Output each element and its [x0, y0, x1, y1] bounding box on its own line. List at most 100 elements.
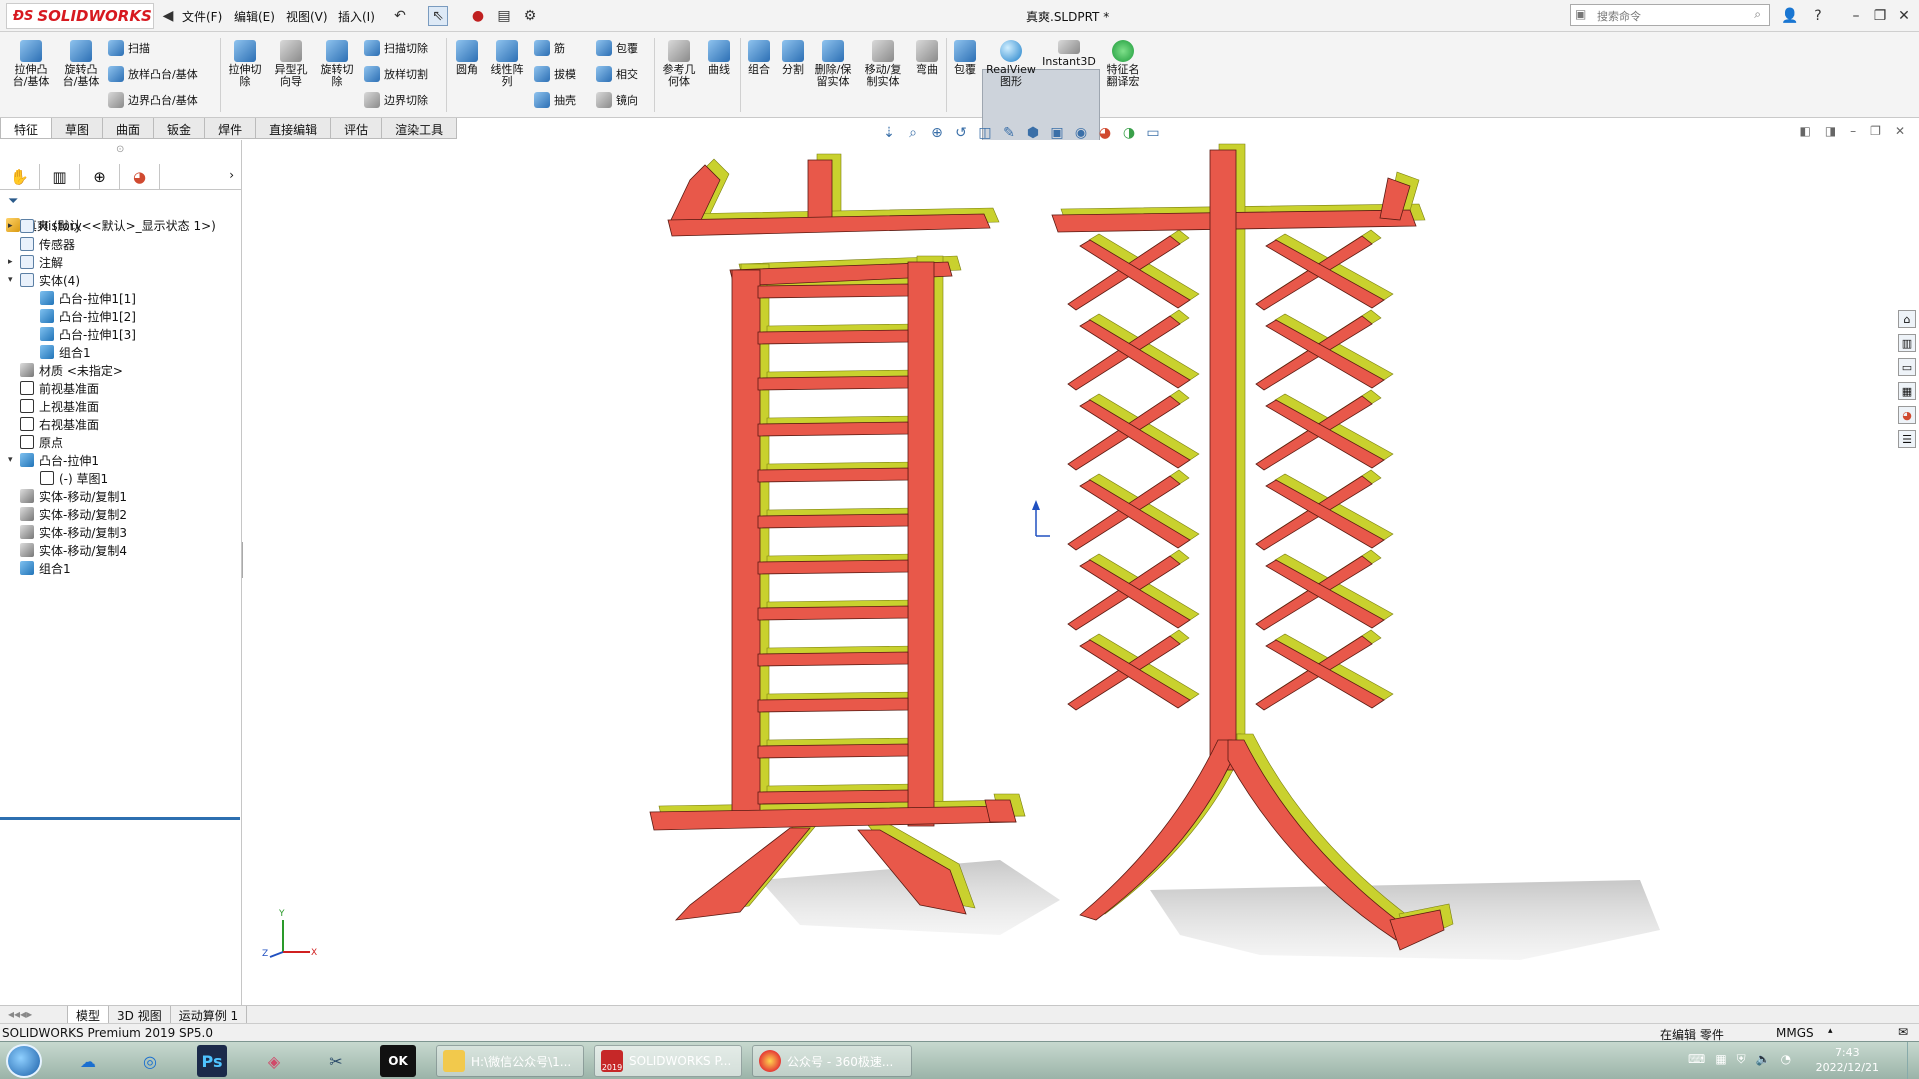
sweep-button[interactable]: 扫描	[108, 40, 150, 56]
search-icon[interactable]: ⌕	[1754, 7, 1761, 22]
revolve-boss-button[interactable]: 旋转凸 台/基体	[60, 40, 102, 88]
curves-button[interactable]: 曲线	[702, 40, 736, 76]
move-copy-body-button[interactable]: 移动/复 制实体	[860, 40, 906, 88]
swept-cut-button[interactable]: 扫描切除	[364, 40, 428, 56]
extrusion-front-face[interactable]	[757, 421, 909, 437]
rebuild-icon[interactable]: ●	[468, 6, 488, 26]
tab-features[interactable]: 特征	[0, 118, 53, 139]
tab-sheet-metal[interactable]: 钣金	[153, 118, 206, 139]
browser-icon[interactable]: ◎	[128, 1045, 172, 1077]
rib-button[interactable]: 筋	[534, 40, 565, 56]
menu-file[interactable]: 文件(F)	[182, 8, 222, 25]
tab-3d-views[interactable]: 3D 视图	[109, 1006, 171, 1023]
revolve-cut-button[interactable]: 旋转切除	[316, 40, 358, 88]
extrusion-front-face[interactable]	[757, 559, 909, 575]
photoshop-icon[interactable]: Ps	[197, 1045, 227, 1077]
tile-right-icon[interactable]: ◨	[1825, 124, 1836, 138]
restore-icon[interactable]: ❐	[1870, 6, 1890, 26]
security-icon[interactable]: ⛨	[1737, 1052, 1746, 1067]
feature-name-translate-button[interactable]: 特征名 翻译宏	[1102, 40, 1144, 88]
select-arrow-icon[interactable]: ⇖	[428, 6, 448, 26]
panel-grip-icon[interactable]: ⊙	[116, 144, 124, 155]
mirror-button[interactable]: 镜向	[596, 92, 638, 108]
flyout-arrow-icon[interactable]: ◀	[158, 6, 178, 26]
loft-boss-button[interactable]: 放样凸台/基体	[108, 66, 198, 82]
tree-item[interactable]: 实体-移动/复制4	[8, 541, 127, 559]
draft-button[interactable]: 拔模	[534, 66, 576, 82]
intersect-button[interactable]: 相交	[596, 66, 638, 82]
menu-view[interactable]: 视图(V)	[286, 8, 328, 25]
linear-pattern-button[interactable]: 线性阵列	[486, 40, 528, 88]
snipping-tool-icon[interactable]: ✂	[314, 1045, 358, 1077]
extrusion-front-face[interactable]	[757, 375, 909, 391]
tree-item[interactable]: 实体-移动/复制3	[8, 523, 127, 541]
user-icon[interactable]: 👤	[1780, 6, 1800, 26]
shell-button[interactable]: 抽壳	[534, 92, 576, 108]
appearances-icon[interactable]: ◕	[1898, 406, 1916, 424]
hole-wizard-button[interactable]: 异型孔 向导	[270, 40, 312, 88]
tree-item[interactable]: 凸台-拉伸1[3]	[28, 325, 136, 343]
rollback-bar[interactable]	[0, 817, 240, 820]
split-button[interactable]: 分割	[778, 40, 808, 76]
file-explorer-icon[interactable]: ▭	[1898, 358, 1916, 376]
wrap-small-button[interactable]: 包覆	[596, 40, 638, 56]
tab-sketch[interactable]: 草图	[51, 118, 104, 139]
expander-icon[interactable]: ▸	[8, 257, 20, 267]
extrusion-front-face[interactable]	[1079, 399, 1191, 469]
tree-item[interactable]: (-) 草图1	[28, 469, 108, 487]
expander-icon[interactable]: ▾	[8, 455, 20, 465]
tab-surfaces[interactable]: 曲面	[102, 118, 155, 139]
extrusion-side-face[interactable]	[1088, 313, 1200, 383]
tree-item[interactable]: 材质 <未指定>	[8, 361, 123, 379]
tree-item[interactable]: 凸台-拉伸1[1]	[28, 289, 136, 307]
extrusion-front-face[interactable]	[757, 605, 909, 621]
fillet-button[interactable]: 圆角	[450, 40, 484, 76]
extrusion-front-face[interactable]	[1209, 149, 1237, 771]
display-manager-tab-icon[interactable]: ◕	[120, 164, 160, 189]
configuration-manager-tab-icon[interactable]: ⊕	[80, 164, 120, 189]
keyboard-icon[interactable]: ⌨	[1688, 1052, 1705, 1067]
app-icon[interactable]: ◈	[252, 1045, 296, 1077]
home-icon[interactable]: ⌂	[1898, 310, 1916, 328]
search-commands-input[interactable]: 搜索命令 ▣ ⌕	[1570, 4, 1770, 26]
tab-motion-study[interactable]: 运动算例 1	[171, 1006, 248, 1023]
units-caret-icon[interactable]: ▴	[1828, 1026, 1833, 1036]
extrusion-front-face[interactable]	[757, 697, 909, 713]
extrusion-front-face[interactable]	[1079, 559, 1191, 629]
tab-weldments[interactable]: 焊件	[204, 118, 257, 139]
minimize-icon[interactable]: –	[1846, 6, 1866, 26]
baidu-netdisk-icon[interactable]: ☁	[66, 1045, 110, 1077]
extrusion-front-face[interactable]	[757, 743, 909, 759]
realview-button[interactable]: RealView 图形	[984, 40, 1038, 88]
viewport-close-icon[interactable]: ✕	[1895, 124, 1905, 138]
reference-geometry-button[interactable]: 参考几 何体	[658, 40, 700, 88]
view-palette-icon[interactable]: ▦	[1898, 382, 1916, 400]
feedback-icon[interactable]: ✉	[1898, 1025, 1908, 1039]
extrude-boss-button[interactable]: 拉伸凸 台/基体	[10, 40, 52, 88]
menu-edit[interactable]: 编辑(E)	[234, 8, 275, 25]
tree-item[interactable]: ▸ History	[8, 217, 82, 235]
instant3d-button[interactable]: Instant3D	[1040, 40, 1098, 68]
tab-evaluate[interactable]: 评估	[330, 118, 383, 139]
extrusion-front-face[interactable]	[757, 467, 909, 483]
undo-icon[interactable]: ↶	[390, 6, 410, 26]
extrusion-front-face[interactable]	[757, 283, 909, 299]
network-icon[interactable]: ▦	[1715, 1052, 1726, 1067]
tree-item[interactable]: 组合1	[8, 559, 71, 577]
start-button-icon[interactable]	[6, 1044, 42, 1078]
tab-model[interactable]: 模型	[68, 1006, 110, 1023]
tree-item[interactable]: 前视基准面	[8, 379, 99, 397]
tree-item[interactable]: ▸ 注解	[8, 253, 63, 271]
extrude-cut-button[interactable]: 拉伸切除	[224, 40, 266, 88]
tab-render-tools[interactable]: 渲染工具	[381, 118, 458, 139]
extrusion-side-face[interactable]	[1088, 233, 1200, 303]
custom-properties-icon[interactable]: ☰	[1898, 430, 1916, 448]
units-selector[interactable]: MMGS	[1776, 1026, 1814, 1040]
clock[interactable]: 7:43 2022/12/21	[1816, 1045, 1879, 1075]
recorder-icon[interactable]: OK	[380, 1045, 416, 1077]
boundary-boss-button[interactable]: 边界凸台/基体	[108, 92, 198, 108]
show-desktop-button[interactable]	[1907, 1042, 1919, 1079]
extrusion-front-face[interactable]	[1079, 639, 1191, 709]
taskbar-window-explorer[interactable]: H:\微信公众号\1...	[436, 1045, 584, 1077]
extrusion-side-face[interactable]	[1088, 393, 1200, 463]
